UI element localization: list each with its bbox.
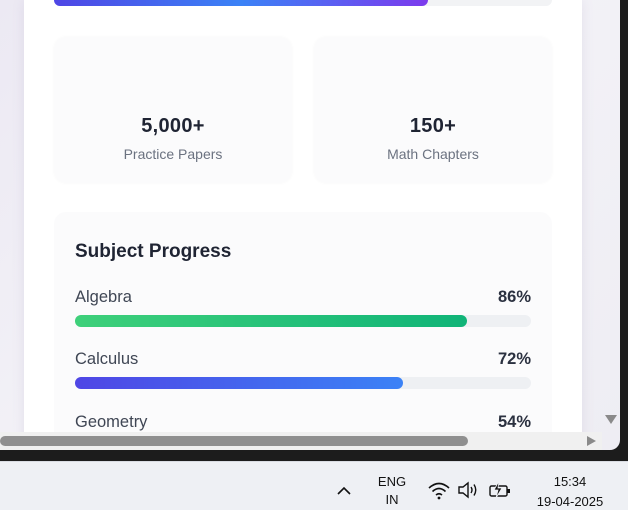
stat-value: 5,000+ xyxy=(141,115,205,137)
horizontal-scroll-thumb[interactable] xyxy=(0,436,468,446)
system-clock[interactable]: 15:34 19-04-2025 xyxy=(520,472,620,512)
stat-label: Practice Papers xyxy=(123,146,223,162)
subject-name: Geometry xyxy=(75,413,148,431)
scroll-right-arrow-icon[interactable] xyxy=(587,436,596,446)
top-progress-fill xyxy=(54,0,428,6)
clock-time: 15:34 xyxy=(553,474,587,489)
stat-value: 150+ xyxy=(409,115,457,137)
stat-label: Math Chapters xyxy=(387,146,479,162)
clock-date: 19-04-2025 xyxy=(536,494,604,509)
horizontal-scrollbar[interactable] xyxy=(0,432,602,450)
dashboard-card: 5,000+ Practice Papers 150+ Math Chapter… xyxy=(24,0,582,450)
subject-progress-title: Subject Progress xyxy=(75,241,232,262)
top-progress-track xyxy=(54,0,552,6)
language-indicator[interactable]: ENG IN xyxy=(372,473,412,509)
battery-charging-icon[interactable] xyxy=(487,479,513,501)
taskbar: ENG IN 15:34 19-04-2025 xyxy=(0,461,628,510)
subject-name: Algebra xyxy=(75,288,132,306)
subject-progress-panel: Subject Progress Algebra 86% Calculus 72… xyxy=(54,212,552,450)
subject-progress-track xyxy=(75,315,531,327)
subject-percent: 54% xyxy=(497,413,531,431)
language-region: IN xyxy=(385,492,399,507)
stat-card-practice-papers: 5,000+ Practice Papers xyxy=(54,37,292,183)
subject-progress-fill xyxy=(75,377,404,389)
wifi-icon[interactable] xyxy=(426,479,452,501)
speaker-icon[interactable] xyxy=(456,479,482,501)
stat-card-math-chapters: 150+ Math Chapters xyxy=(314,37,552,183)
browser-viewport: 5,000+ Practice Papers 150+ Math Chapter… xyxy=(0,0,628,461)
subject-progress-fill xyxy=(75,315,468,327)
subject-row-calculus: Calculus 72% xyxy=(75,350,531,390)
subject-percent: 72% xyxy=(497,350,531,368)
subject-row-algebra: Algebra 86% xyxy=(75,288,531,328)
chevron-up-icon[interactable] xyxy=(333,480,355,500)
subject-name: Calculus xyxy=(75,350,139,368)
subject-progress-track xyxy=(75,377,531,389)
vertical-scrollbar[interactable] xyxy=(600,0,620,432)
language-code: ENG xyxy=(377,474,407,489)
scroll-down-arrow-icon[interactable] xyxy=(605,415,617,424)
page-background: 5,000+ Practice Papers 150+ Math Chapter… xyxy=(0,0,620,450)
subject-percent: 86% xyxy=(497,288,531,306)
